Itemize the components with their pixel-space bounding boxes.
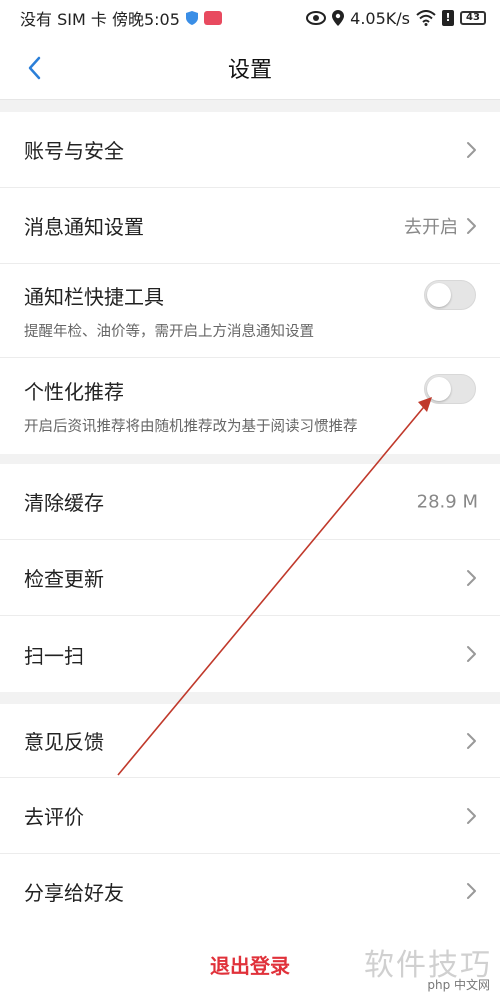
shield-icon: [185, 11, 198, 25]
eye-icon: [306, 11, 327, 25]
chevron-right-icon: [467, 732, 476, 749]
row-label: 去评价: [24, 805, 84, 829]
quick-tools-toggle[interactable]: [424, 280, 476, 310]
location-icon: [332, 10, 345, 26]
row-label: 清除缓存: [24, 491, 104, 515]
logout-button[interactable]: 退出登录: [210, 950, 290, 979]
status-bar: 没有 SIM 卡 傍晚5:05 4.05K/s ! 43: [0, 0, 500, 36]
row-description: 开启后资讯推荐将由随机推荐改为基于阅读习惯推荐: [24, 419, 358, 435]
row-label: 通知栏快捷工具: [24, 284, 164, 309]
chevron-right-icon: [467, 569, 476, 586]
personalized-recommend-toggle[interactable]: [424, 374, 476, 404]
row-feedback[interactable]: 意见反馈: [0, 704, 500, 778]
settings-section-account: 账号与安全 消息通知设置 去开启 通知栏快捷工具 提醒年检、油价等，需开启上方消…: [0, 112, 500, 454]
back-button[interactable]: [20, 54, 48, 82]
watermark-site: php 中文网: [427, 978, 490, 992]
row-label: 消息通知设置: [24, 215, 144, 239]
row-label: 扫一扫: [24, 643, 84, 668]
row-personalized-recommend: 个性化推荐 开启后资讯推荐将由随机推荐改为基于阅读习惯推荐: [0, 358, 500, 454]
row-scan[interactable]: 扫一扫: [0, 616, 500, 692]
header: 设置: [0, 36, 500, 100]
chevron-right-icon: [467, 646, 476, 662]
chevron-left-icon: [28, 56, 41, 80]
row-value: 去开启: [404, 216, 458, 238]
row-rate[interactable]: 去评价: [0, 778, 500, 854]
row-account-security[interactable]: 账号与安全: [0, 112, 500, 188]
status-left: 没有 SIM 卡 傍晚5:05: [20, 6, 222, 30]
settings-section-feedback: 意见反馈 去评价 分享给好友: [0, 704, 500, 928]
row-clear-cache[interactable]: 清除缓存 28.9 M: [0, 464, 500, 540]
row-check-update[interactable]: 检查更新: [0, 540, 500, 616]
row-share[interactable]: 分享给好友: [0, 854, 500, 928]
page-title: 设置: [227, 57, 272, 83]
settings-section-tools: 清除缓存 28.9 M 检查更新 扫一扫: [0, 464, 500, 692]
row-label: 个性化推荐: [24, 380, 124, 404]
chevron-right-icon: [467, 217, 476, 234]
chevron-right-icon: [467, 883, 476, 899]
cache-size: 28.9 M: [416, 491, 478, 512]
battery-icon: 43: [460, 11, 486, 25]
app-notification-icon: [203, 11, 222, 25]
row-description: 提醒年检、油价等，需开启上方消息通知设置: [24, 323, 314, 340]
chevron-right-icon: [467, 141, 476, 158]
row-label: 检查更新: [24, 567, 104, 591]
row-label: 分享给好友: [24, 880, 124, 905]
alert-icon: !: [442, 10, 454, 26]
row-label: 账号与安全: [24, 139, 124, 163]
status-right: 4.05K/s ! 43: [306, 9, 486, 28]
chevron-right-icon: [467, 807, 476, 824]
row-label: 意见反馈: [24, 730, 104, 754]
carrier-time: 没有 SIM 卡 傍晚5:05: [20, 10, 180, 29]
network-speed: 4.05K/s: [350, 8, 410, 28]
wifi-icon: [416, 10, 436, 26]
row-notification-settings[interactable]: 消息通知设置 去开启: [0, 188, 500, 264]
row-quick-tools: 通知栏快捷工具 提醒年检、油价等，需开启上方消息通知设置: [0, 264, 500, 358]
